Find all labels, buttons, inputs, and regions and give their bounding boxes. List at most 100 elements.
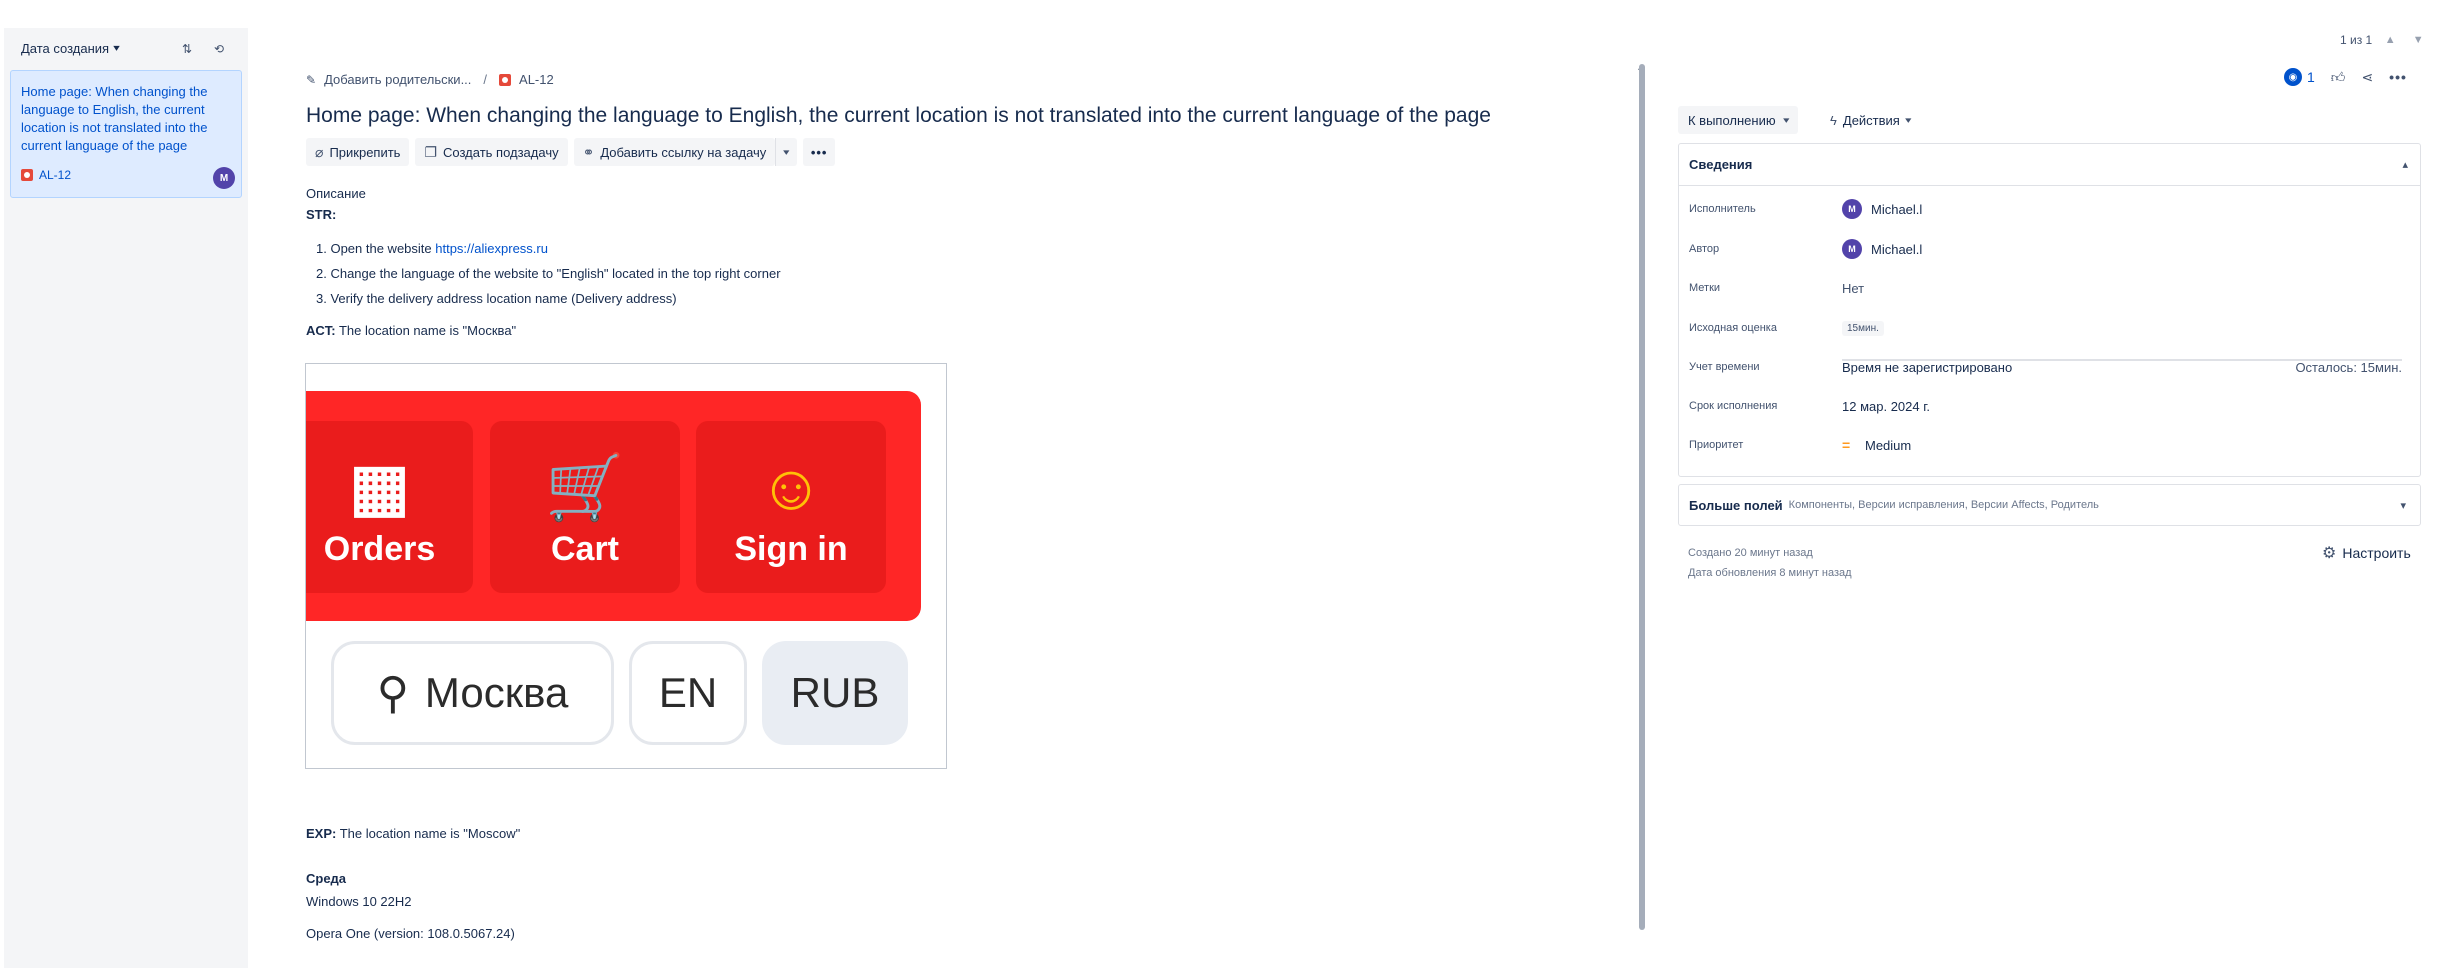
issue-header-actions: ◉ 1 👍︎ ⋖ •••	[2284, 68, 2407, 86]
header-banner: ▦ Orders 🛒 Cart ☺ Sign in	[306, 391, 921, 621]
estimate-value[interactable]: 15мин.	[1842, 320, 1884, 336]
status-dropdown[interactable]: К выполнению ▾	[1678, 106, 1799, 134]
watchers-count: 1	[2307, 69, 2315, 85]
step-item: 3. Verify the delivery address location …	[306, 290, 781, 315]
field-labels: Метки Нет	[1689, 273, 2409, 303]
add-link-button[interactable]: ⚭ Добавить ссылку на задачу	[573, 138, 776, 166]
reporter-name: Michael.l	[1871, 241, 1923, 257]
sort-order-icon[interactable]: ⇅	[178, 40, 196, 58]
actions-dropdown[interactable]: ϟ Действия ▾	[1824, 106, 1916, 134]
list-item-title: Home page: When changing the language to…	[21, 84, 208, 153]
updated-text: Дата обновления 8 минут назад	[1688, 567, 1852, 579]
act-text: The location name is "Москва"	[335, 323, 517, 338]
priority-medium-icon: =	[1842, 437, 1851, 453]
share-icon[interactable]: ⋖	[2361, 69, 2373, 86]
breadcrumb: ✎ Добавить родительски... / AL-12	[306, 72, 554, 87]
status-label: К выполнению	[1688, 112, 1776, 128]
more-fields-section[interactable]: Больше полей Компоненты, Версии исправле…	[1678, 484, 2421, 526]
field-label: Исходная оценка	[1689, 322, 1777, 334]
configure-button[interactable]: ⚙ Настроить	[2322, 543, 2411, 563]
issue-title[interactable]: Home page: When changing the language to…	[306, 102, 1491, 130]
avatar: M	[1842, 199, 1862, 219]
breadcrumb-issue-key[interactable]: AL-12	[519, 72, 554, 87]
attachment-image[interactable]: ▦ Orders 🛒 Cart ☺ Sign in ⚲ Москва EN RU…	[305, 363, 947, 769]
attach-label: Прикрепить	[329, 144, 401, 160]
assignee-value[interactable]: M Michael.l	[1842, 199, 1922, 219]
pencil-icon: ✎	[306, 72, 317, 87]
labels-value[interactable]: Нет	[1842, 281, 1864, 296]
details-heading: Сведения	[1689, 157, 1753, 172]
list-item[interactable]: Home page: When changing the language to…	[10, 70, 242, 198]
step-text: 3. Verify the delivery address location …	[316, 291, 677, 306]
environment-label: Среда	[306, 871, 347, 886]
details-panel: Сведения ▴ Исполнитель M Michael.l Автор…	[1678, 143, 2421, 477]
actions-label: Действия	[1842, 112, 1900, 128]
subtask-icon: ❐	[424, 143, 438, 160]
step-item: 2. Change the language of the website to…	[306, 265, 781, 290]
details-header[interactable]: Сведения ▴	[1679, 144, 2420, 186]
previous-issue-button[interactable]: ▲	[2380, 30, 2400, 50]
estimate-badge: 15мин.	[1842, 320, 1884, 336]
step-text: 1. Open the website	[316, 241, 436, 256]
chevron-down-icon: ▾	[783, 146, 790, 157]
create-subtask-label: Создать подзадачу	[443, 144, 559, 160]
time-logged: Время не зарегистрировано	[1842, 360, 2013, 375]
sort-dropdown[interactable]: Дата создания ▾	[21, 41, 120, 56]
reporter-value[interactable]: M Michael.l	[1842, 239, 1922, 259]
chevron-down-icon: ▾	[1904, 114, 1912, 125]
thumbs-up-icon[interactable]: 👍︎	[2331, 69, 2346, 86]
priority-value[interactable]: = Medium	[1842, 437, 1911, 453]
cart-tile: 🛒 Cart	[490, 421, 680, 593]
more-icon[interactable]: •••	[2389, 69, 2407, 85]
created-text: Создано 20 минут назад	[1688, 547, 1813, 559]
add-parent-link[interactable]: Добавить родительски...	[324, 72, 471, 87]
more-fields-subtitle: Компоненты, Версии исправления, Версии A…	[1788, 499, 2099, 511]
chevron-up-icon: ▴	[2402, 159, 2408, 171]
field-label: Учет времени	[1689, 361, 1760, 373]
assignee-name: Michael.l	[1871, 201, 1923, 217]
avatar: M	[1842, 239, 1862, 259]
signin-label: Sign in	[734, 530, 848, 568]
refresh-icon[interactable]: ⟲	[210, 40, 228, 58]
eye-icon: ◉	[2284, 68, 2302, 86]
language-pill: EN	[629, 641, 747, 745]
city-pill: ⚲ Москва	[331, 641, 614, 745]
bug-icon	[499, 73, 512, 86]
field-original-estimate: Исходная оценка 15мин.	[1689, 313, 2409, 343]
chevron-down-icon: ▾	[2400, 499, 2406, 512]
exp-label: EXP:	[306, 826, 337, 841]
more-actions-button[interactable]: •••	[802, 138, 836, 166]
steps-list: 1. Open the website https://aliexpress.r…	[306, 240, 781, 315]
priority-name: Medium	[1865, 437, 1912, 453]
orders-tile: ▦ Orders	[306, 421, 473, 593]
signin-tile: ☺ Sign in	[696, 421, 886, 593]
attach-button[interactable]: ⌀ Прикрепить	[306, 138, 410, 166]
issue-key: AL-12	[39, 168, 72, 182]
box-icon: ▦	[349, 451, 410, 523]
gear-icon: ⚙	[2322, 545, 2337, 562]
cart-label: Cart	[550, 530, 620, 568]
field-assignee: Исполнитель M Michael.l	[1689, 194, 2409, 224]
field-label: Приоритет	[1689, 439, 1744, 451]
create-subtask-button[interactable]: ❐ Создать подзадачу	[415, 138, 568, 166]
chevron-down-icon: ▾	[113, 43, 120, 54]
description-label: Описание	[306, 186, 366, 201]
due-date-value[interactable]: 12 мар. 2024 г.	[1842, 399, 1930, 414]
pager: 1 из 1 ▲ ▼	[2340, 30, 2428, 50]
website-link[interactable]: https://aliexpress.ru	[435, 241, 548, 256]
next-issue-button[interactable]: ▼	[2408, 30, 2428, 50]
lightning-icon: ϟ	[1830, 112, 1837, 128]
issue-meta: Создано 20 минут назад Дата обновления 8…	[1688, 543, 1852, 583]
environment-os: Windows 10 22H2	[306, 894, 412, 909]
scrollbar[interactable]	[1639, 64, 1645, 930]
field-label: Автор	[1689, 243, 1720, 255]
issue-toolbar: ⌀ Прикрепить ❐ Создать подзадачу ⚭ Добав…	[306, 138, 836, 166]
expected-result: EXP: The location name is "Moscow"	[306, 826, 520, 841]
time-remaining: Осталось: 15мин.	[2295, 360, 2402, 375]
step-item: 1. Open the website https://aliexpress.r…	[306, 240, 781, 265]
exp-text: The location name is "Moscow"	[336, 826, 521, 841]
paperclip-icon: ⌀	[315, 143, 324, 160]
watch-button[interactable]: ◉ 1	[2284, 68, 2315, 86]
add-link-dropdown[interactable]: ▾	[775, 138, 797, 166]
environment-browser: Opera One (version: 108.0.5067.24)	[306, 926, 515, 941]
